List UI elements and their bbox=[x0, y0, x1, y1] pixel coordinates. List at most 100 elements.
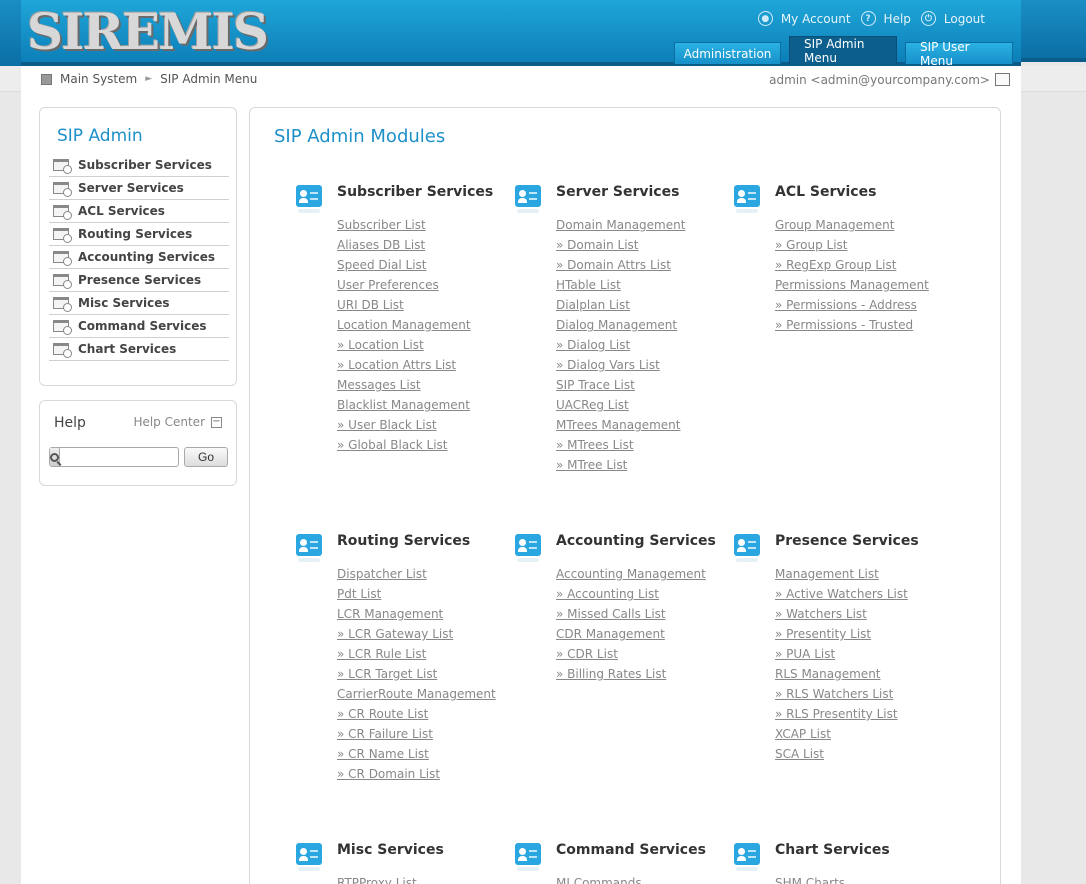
sidebar-item-acl-services[interactable]: ACL Services bbox=[49, 200, 229, 223]
sidebar-item-chart-services[interactable]: Chart Services bbox=[49, 338, 229, 361]
module-links: Accounting Management » Accounting List … bbox=[556, 567, 706, 687]
module-link[interactable]: CarrierRoute Management bbox=[337, 687, 496, 707]
module-link[interactable]: » Domain Attrs List bbox=[556, 258, 685, 278]
sidebar-item-label: Misc Services bbox=[78, 296, 170, 310]
module-link[interactable]: » Permissions - Address bbox=[775, 298, 929, 318]
module-link[interactable]: XCAP List bbox=[775, 727, 908, 747]
module-link[interactable]: » Global Black List bbox=[337, 438, 471, 458]
tab-sip-user-menu[interactable]: SIP User Menu bbox=[905, 40, 1013, 68]
collapse-icon[interactable]: − bbox=[211, 416, 222, 428]
module-link[interactable]: CDR Management bbox=[556, 627, 706, 647]
module-link[interactable]: » Location List bbox=[337, 338, 471, 358]
sidebar-item-label: Subscriber Services bbox=[78, 158, 212, 172]
sidebar-item-label: Server Services bbox=[78, 181, 184, 195]
sidebar-item-accounting-services[interactable]: Accounting Services bbox=[49, 246, 229, 269]
my-account-link[interactable]: ● My Account bbox=[757, 11, 851, 26]
module-link[interactable]: » PUA List bbox=[775, 647, 908, 667]
module-title: Accounting Services bbox=[556, 533, 716, 549]
module-link[interactable]: Speed Dial List bbox=[337, 258, 471, 278]
module-link[interactable]: » Presentity List bbox=[775, 627, 908, 647]
module-link[interactable]: » CR Route List bbox=[337, 707, 496, 727]
module-link[interactable]: Dialplan List bbox=[556, 298, 685, 318]
module-link[interactable]: Domain Management bbox=[556, 218, 685, 238]
module-link[interactable]: » Dialog List bbox=[556, 338, 685, 358]
module-link[interactable]: Location Management bbox=[337, 318, 471, 338]
module-link[interactable]: » LCR Rule List bbox=[337, 647, 496, 667]
module-link[interactable]: Messages List bbox=[337, 378, 471, 398]
help-center-link[interactable]: Help Center − bbox=[133, 415, 222, 429]
module-link[interactable]: » CR Domain List bbox=[337, 767, 496, 787]
module-link[interactable]: Blacklist Management bbox=[337, 398, 471, 418]
module-link[interactable]: RLS Management bbox=[775, 667, 908, 687]
sidebar-item-misc-services[interactable]: Misc Services bbox=[49, 292, 229, 315]
sidebar-item-presence-services[interactable]: Presence Services bbox=[49, 269, 229, 292]
module-link[interactable]: HTable List bbox=[556, 278, 685, 298]
module-link[interactable]: RTPProxy List bbox=[337, 876, 417, 884]
module-link[interactable]: SCA List bbox=[775, 747, 908, 767]
breadcrumb-sip-admin-menu[interactable]: SIP Admin Menu bbox=[160, 72, 257, 86]
module-title: Routing Services bbox=[337, 533, 471, 549]
module-link[interactable]: » Domain List bbox=[556, 238, 685, 258]
sidebar-item-server-services[interactable]: Server Services bbox=[49, 177, 229, 200]
module-link[interactable]: » LCR Gateway List bbox=[337, 627, 496, 647]
breadcrumb-separator-icon: ► bbox=[145, 74, 153, 84]
tab-sip-admin-menu[interactable]: SIP Admin Menu bbox=[789, 36, 897, 65]
module-link[interactable]: SHM Charts bbox=[775, 876, 845, 884]
module-link[interactable]: Subscriber List bbox=[337, 218, 471, 238]
module-link[interactable]: UACReg List bbox=[556, 398, 685, 418]
module-link[interactable]: » RegExp Group List bbox=[775, 258, 929, 278]
module-link[interactable]: Dialog Management bbox=[556, 318, 685, 338]
edit-icon[interactable] bbox=[995, 73, 1010, 86]
sidebar-item-routing-services[interactable]: Routing Services bbox=[49, 223, 229, 246]
module-link[interactable]: » MTree List bbox=[556, 458, 685, 478]
module-link[interactable]: Dispatcher List bbox=[337, 567, 496, 587]
module-link[interactable]: Group Management bbox=[775, 218, 929, 238]
sidebar-item-subscriber-services[interactable]: Subscriber Services bbox=[49, 154, 229, 177]
sidebar-item-label: Accounting Services bbox=[78, 250, 216, 264]
main-tabs: Administration SIP Admin Menu SIP User M… bbox=[674, 36, 1013, 68]
module-link[interactable]: » Active Watchers List bbox=[775, 587, 908, 607]
module-link[interactable]: MTrees Management bbox=[556, 418, 685, 438]
module-link[interactable]: » CR Name List bbox=[337, 747, 496, 767]
module-link[interactable]: » MTrees List bbox=[556, 438, 685, 458]
user-card-icon bbox=[296, 534, 322, 556]
module-link[interactable]: Pdt List bbox=[337, 587, 496, 607]
module-link[interactable]: » Group List bbox=[775, 238, 929, 258]
page-title: SIP Admin Modules bbox=[274, 126, 446, 147]
sidebar-item-command-services[interactable]: Command Services bbox=[49, 315, 229, 338]
module-link[interactable]: » CR Failure List bbox=[337, 727, 496, 747]
module-link[interactable]: » CDR List bbox=[556, 647, 706, 667]
module-link[interactable]: Aliases DB List bbox=[337, 238, 471, 258]
power-icon: ⏻ bbox=[920, 11, 936, 26]
module-link[interactable]: » Location Attrs List bbox=[337, 358, 471, 378]
module-link[interactable]: » RLS Watchers List bbox=[775, 687, 908, 707]
help-link[interactable]: ? Help bbox=[860, 11, 911, 26]
user-icon: ● bbox=[757, 11, 773, 26]
window-icon bbox=[53, 274, 72, 289]
module-link[interactable]: URI DB List bbox=[337, 298, 471, 318]
module-link[interactable]: » Permissions - Trusted bbox=[775, 318, 929, 338]
module-link[interactable]: » Watchers List bbox=[775, 607, 908, 627]
help-icon: ? bbox=[860, 11, 876, 26]
module-link[interactable]: Permissions Management bbox=[775, 278, 929, 298]
module-link[interactable]: SIP Trace List bbox=[556, 378, 685, 398]
module-link[interactable]: » Dialog Vars List bbox=[556, 358, 685, 378]
go-button[interactable]: Go bbox=[184, 447, 228, 467]
module-link[interactable]: » LCR Target List bbox=[337, 667, 496, 687]
tab-administration[interactable]: Administration bbox=[674, 42, 781, 64]
module-link[interactable]: MI Commands bbox=[556, 876, 642, 884]
module-link[interactable]: » Billing Rates List bbox=[556, 667, 706, 687]
module-link[interactable]: » Accounting List bbox=[556, 587, 706, 607]
logout-link[interactable]: ⏻ Logout bbox=[920, 11, 985, 26]
module-link[interactable]: » RLS Presentity List bbox=[775, 707, 908, 727]
module-link[interactable]: Management List bbox=[775, 567, 908, 587]
module-link[interactable]: » User Black List bbox=[337, 418, 471, 438]
module-link[interactable]: LCR Management bbox=[337, 607, 496, 627]
help-title: Help bbox=[54, 415, 86, 431]
siremis-logo[interactable]: SIREMIS bbox=[27, 2, 269, 61]
module-title: Server Services bbox=[556, 184, 680, 200]
module-link[interactable]: User Preferences bbox=[337, 278, 471, 298]
breadcrumb-main-system[interactable]: Main System bbox=[60, 72, 137, 86]
module-link[interactable]: Accounting Management bbox=[556, 567, 706, 587]
module-link[interactable]: » Missed Calls List bbox=[556, 607, 706, 627]
